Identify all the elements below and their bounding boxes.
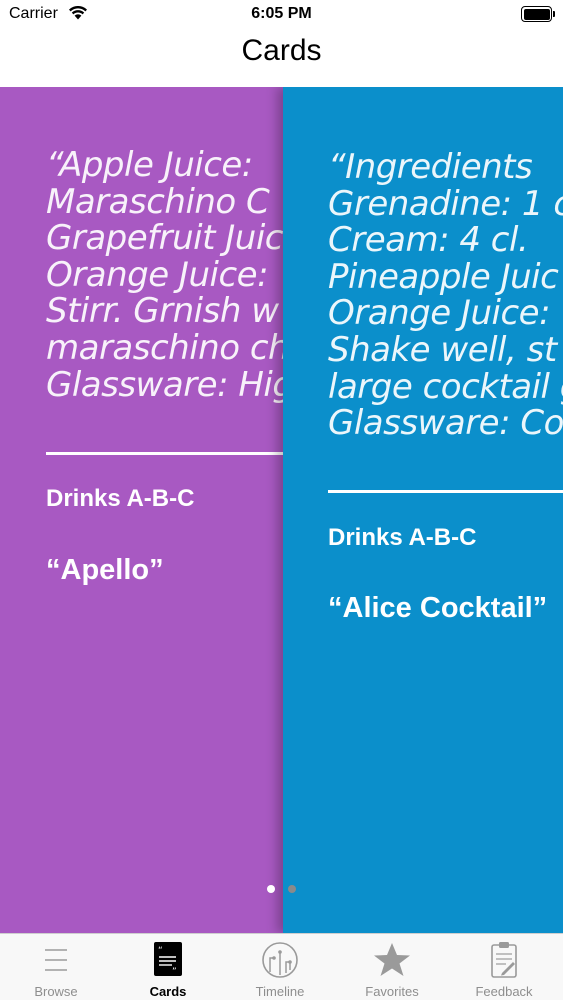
page-title: Cards	[241, 34, 322, 67]
quote-card-icon: “ ”	[154, 942, 182, 977]
card-category: Drinks A-B-C	[328, 524, 477, 551]
status-bar: Carrier 6:05 PM	[0, 0, 563, 30]
tab-browse[interactable]: Browse	[0, 934, 112, 1000]
battery-icon	[521, 6, 555, 22]
card-category: Drinks A-B-C	[46, 485, 195, 512]
tab-timeline[interactable]: Timeline	[224, 934, 336, 1000]
status-time: 6:05 PM	[251, 5, 312, 22]
card-quote-text: “Apple Juice: Maraschino C Grapefruit Ju…	[46, 145, 283, 405]
page-indicator[interactable]	[262, 885, 302, 895]
tab-label: Feedback	[475, 984, 533, 999]
timeline-icon	[262, 942, 298, 978]
drink-card-alice-cocktail[interactable]: “Ingredients Grenadine: 1 c Cream: 4 cl.…	[283, 87, 563, 933]
tab-label: Favorites	[365, 984, 419, 999]
star-icon	[374, 943, 410, 976]
page-dot-2[interactable]	[288, 885, 296, 893]
tab-label: Timeline	[255, 984, 305, 999]
card-drink-name: “Apello”	[46, 554, 164, 586]
tab-label: Browse	[34, 984, 78, 999]
tab-label: Cards	[149, 984, 187, 999]
tab-cards[interactable]: “ ” Cards	[112, 934, 224, 1000]
tab-favorites[interactable]: Favorites	[336, 934, 448, 1000]
cards-carousel[interactable]: “Apple Juice: Maraschino C Grapefruit Ju…	[0, 87, 563, 933]
page-dot-1[interactable]	[267, 885, 275, 893]
card-quote-text: “Ingredients Grenadine: 1 c Cream: 4 cl.…	[328, 147, 563, 444]
drink-card-apello[interactable]: “Apple Juice: Maraschino C Grapefruit Ju…	[0, 87, 283, 933]
svg-text:”: ”	[172, 967, 177, 977]
tab-feedback[interactable]: Feedback	[448, 934, 560, 1000]
tab-bar: Browse “ ” Cards Timeline Favorites Feed…	[0, 933, 563, 1000]
card-drink-name: “Alice Cocktail”	[328, 592, 548, 624]
card-divider	[46, 452, 283, 455]
card-divider	[328, 490, 563, 493]
list-icon	[45, 949, 67, 971]
clipboard-icon	[491, 942, 517, 978]
svg-text:“: “	[158, 946, 163, 956]
